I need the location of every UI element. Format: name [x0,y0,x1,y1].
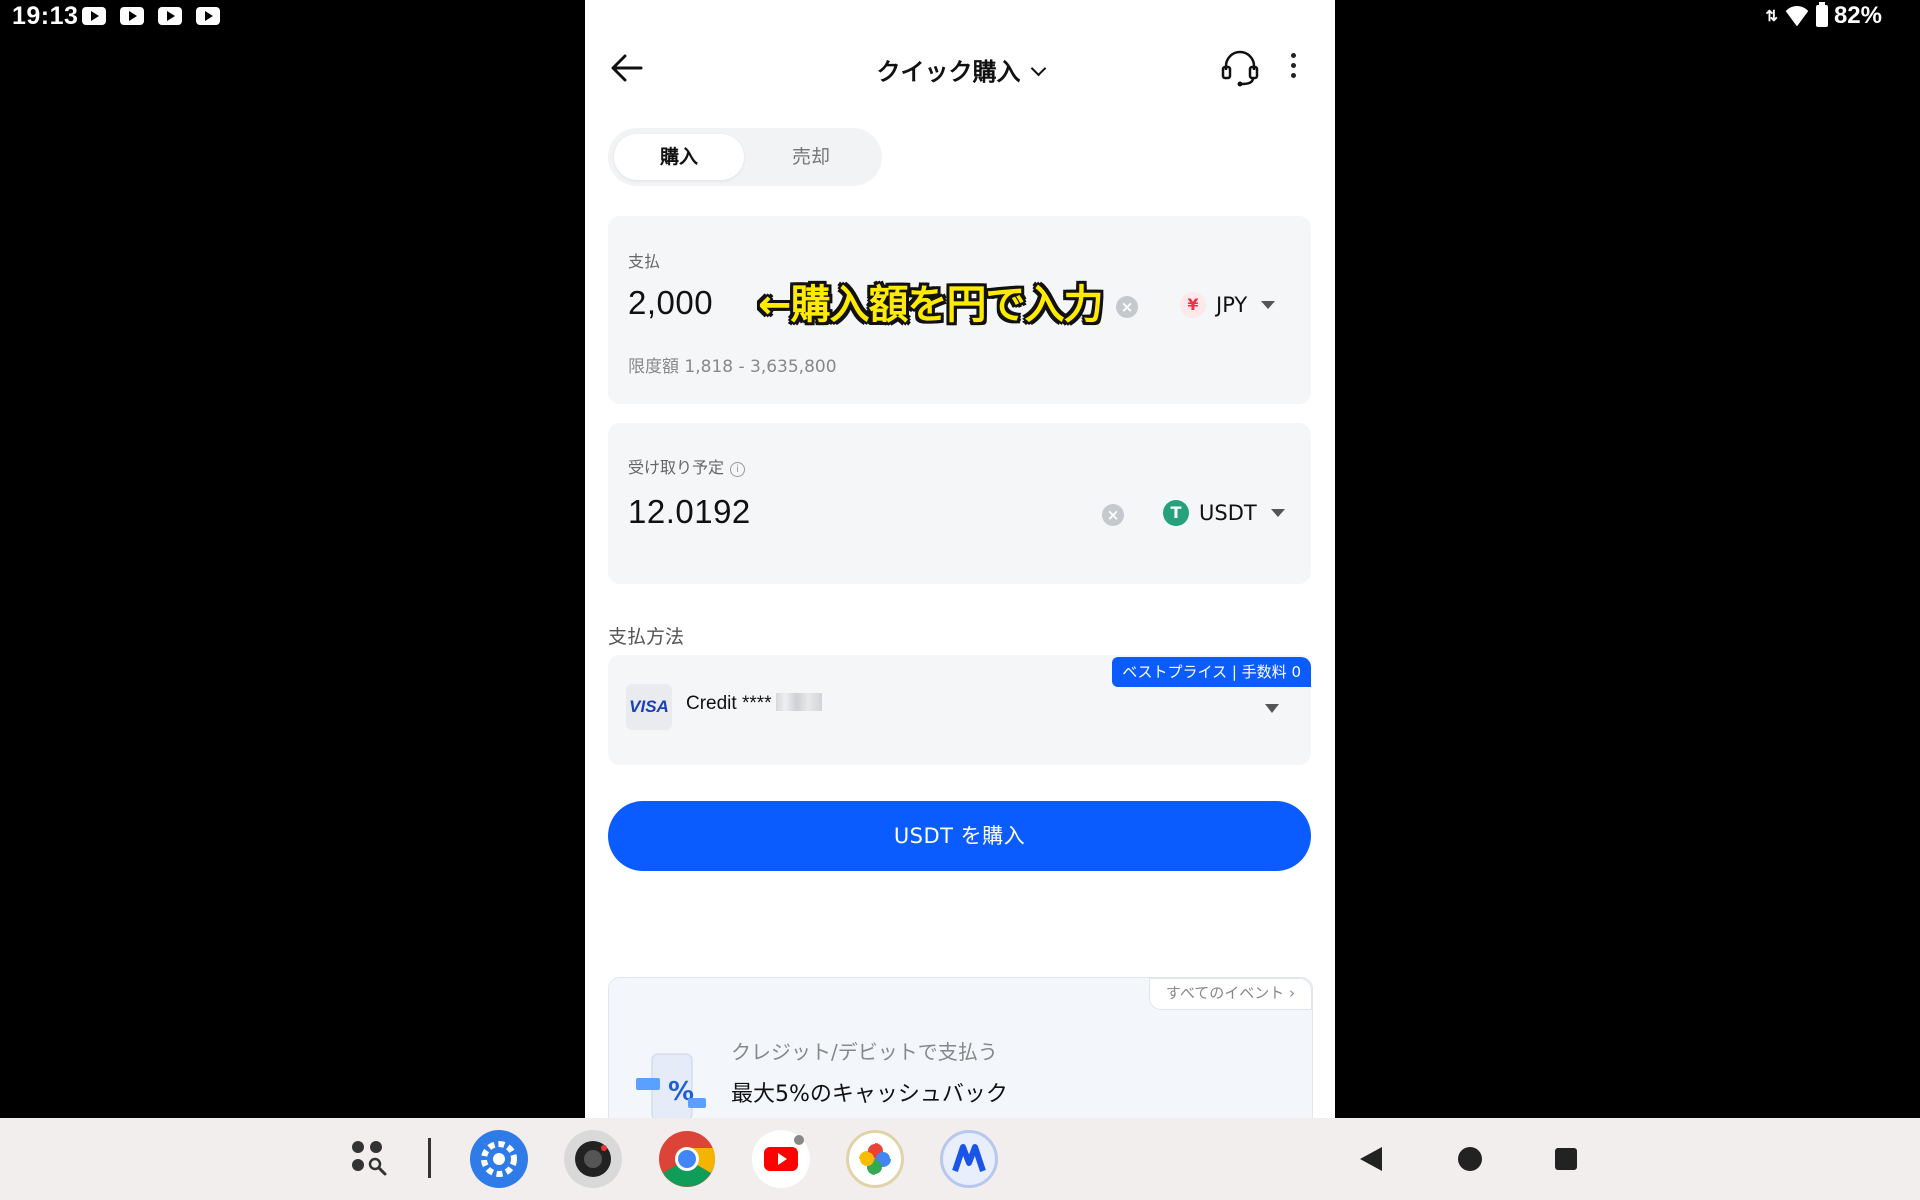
camera-app-icon[interactable] [564,1130,622,1188]
payment-method-selector[interactable]: ベストプライス | 手数料 0 VISA Credit **** [608,655,1311,765]
pay-currency-code: JPY [1216,293,1248,317]
buy-usdt-button[interactable]: USDT を購入 [608,801,1311,871]
receive-currency-selector[interactable]: T USDT [1163,500,1285,526]
all-events-link[interactable]: すべてのイベント › [1148,978,1312,1010]
pay-amount-input[interactable]: 2,000 [628,284,713,322]
app-drawer-icon[interactable] [348,1136,394,1182]
receive-label-text: 受け取り予定 [628,458,725,477]
promo-banner[interactable]: すべてのイベント › % クレジット/デビットで支払う 最大5%のキャッシュバッ… [608,977,1313,1118]
youtube-app-icon[interactable] [752,1130,810,1188]
buy-sell-toggle: 購入 売却 [608,128,882,186]
payment-method-label: 支払方法 [608,626,685,648]
page-title: クイック購入 [876,58,1021,86]
taskbar [0,1118,1920,1200]
app-header: クイック購入 [585,38,1335,98]
pay-currency-selector[interactable]: ¥ JPY [1180,292,1276,318]
tab-sell[interactable]: 売却 [746,134,876,180]
status-right: ⇅ 82% [1765,2,1882,30]
best-price-badge: ベストプライス | 手数料 0 [1112,657,1311,687]
headset-support-icon[interactable] [1220,48,1260,88]
status-time: 19:13 [12,2,79,30]
taskbar-divider [428,1138,431,1178]
settings-app-icon[interactable] [470,1130,528,1188]
promo-title: 最大5%のキャッシュバック [731,1082,1008,1107]
nav-back-icon[interactable] [1360,1147,1382,1171]
caret-down-icon [1270,509,1285,517]
info-icon[interactable]: i [730,462,746,477]
tab-buy[interactable]: 購入 [614,134,744,180]
more-options-icon[interactable] [1285,48,1301,88]
pay-label: 支払 [628,252,661,271]
cashback-card-illustration-icon: % [636,1053,706,1118]
battery-icon [1815,2,1828,27]
battery-percent: 82% [1833,2,1882,29]
nav-recents-icon[interactable] [1555,1148,1577,1170]
youtube-notification-icon [120,7,144,25]
clear-pay-icon[interactable]: × [1116,296,1138,318]
redacted-digits [775,693,822,711]
app-window: クイック購入 購入 売却 支払 2,000 × ←購入額を円で入力 ¥ JPY … [585,0,1335,1118]
receive-amount-input[interactable]: 12.0192 [628,493,751,531]
photos-app-icon[interactable] [846,1130,904,1188]
chrome-app-icon[interactable] [658,1130,716,1188]
receive-currency-code: USDT [1199,501,1257,525]
receive-label: 受け取り予定 i [628,454,746,478]
chevron-down-icon [1030,60,1046,77]
caret-down-icon [1261,301,1276,309]
yen-icon: ¥ [1180,292,1206,318]
data-arrows-icon: ⇅ [1765,8,1778,25]
exchange-app-icon[interactable] [940,1130,998,1188]
usdt-icon: T [1163,500,1189,526]
youtube-notification-icon [158,7,182,25]
nav-home-icon[interactable] [1458,1147,1482,1171]
clear-receive-icon[interactable]: × [1102,504,1124,526]
limit-text: 限度額 1,818 - 3,635,800 [628,357,837,377]
caret-down-icon [1265,704,1279,713]
promo-subtitle: クレジット/デビットで支払う [731,1040,998,1064]
youtube-notification-icon [196,7,220,25]
visa-logo-icon: VISA [626,684,672,730]
receive-amount-card: 受け取り予定 i 12.0192 × T USDT [608,423,1311,584]
annotation-overlay: ←購入額を円で入力 [758,282,1104,328]
pay-amount-card: 支払 2,000 × ←購入額を円で入力 ¥ JPY 限度額 1,818 - 3… [608,216,1311,404]
card-number-masked: Credit **** [686,693,772,714]
wifi-icon [1784,6,1810,26]
card-info: Credit **** [686,693,822,715]
youtube-notification-icon [82,7,106,25]
